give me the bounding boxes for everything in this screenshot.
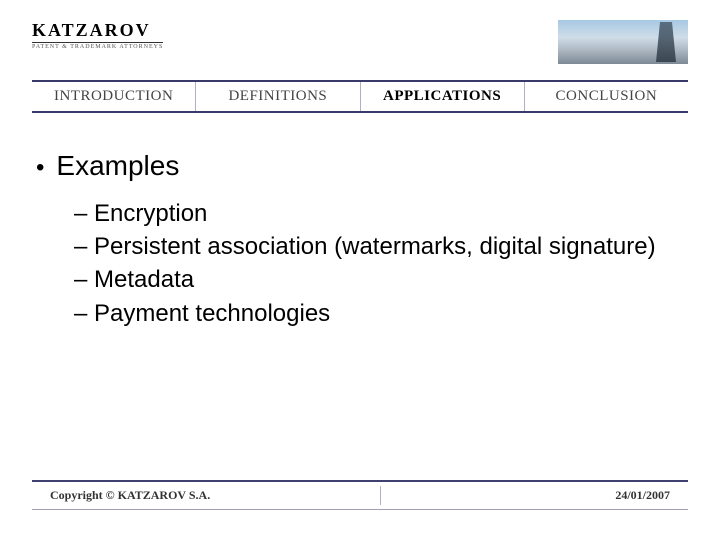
list-item: – Persistent association (watermarks, di… — [74, 231, 688, 262]
nav-introduction: INTRODUCTION — [32, 82, 196, 111]
list-item: – Metadata — [74, 264, 688, 295]
logo: KATZAROV PATENT & TRADEMARK ATTORNEYS — [32, 20, 163, 50]
item-text: Metadata — [94, 266, 194, 293]
section-nav: INTRODUCTION DEFINITIONS APPLICATIONS CO… — [32, 80, 688, 113]
item-text: Payment technologies — [94, 300, 330, 327]
item-text: Encryption — [94, 200, 207, 227]
footer-rule — [32, 509, 688, 510]
slide-footer: Copyright © KATZAROV S.A. 24/01/2007 — [32, 480, 688, 510]
item-text: Persistent association (watermarks, digi… — [94, 233, 656, 260]
date-text: 24/01/2007 — [615, 488, 670, 503]
logo-subtitle: PATENT & TRADEMARK ATTORNEYS — [32, 44, 163, 50]
list-item: – Payment technologies — [74, 298, 688, 329]
nav-definitions: DEFINITIONS — [196, 82, 360, 111]
bullet-dot-icon: • — [36, 154, 44, 182]
header-image — [558, 20, 688, 64]
slide-content: • Examples – Encryption – Persistent ass… — [32, 150, 688, 331]
logo-text: KATZAROV — [32, 20, 163, 43]
footer-row: Copyright © KATZAROV S.A. 24/01/2007 — [32, 482, 688, 509]
nav-conclusion: CONCLUSION — [525, 82, 688, 111]
list-item: – Encryption — [74, 198, 688, 229]
nav-applications: APPLICATIONS — [361, 82, 525, 111]
slide-header: KATZAROV PATENT & TRADEMARK ATTORNEYS — [32, 20, 688, 62]
content-heading: • Examples — [36, 150, 688, 182]
copyright-text: Copyright © KATZAROV S.A. — [50, 488, 210, 503]
heading-text: Examples — [56, 150, 179, 182]
